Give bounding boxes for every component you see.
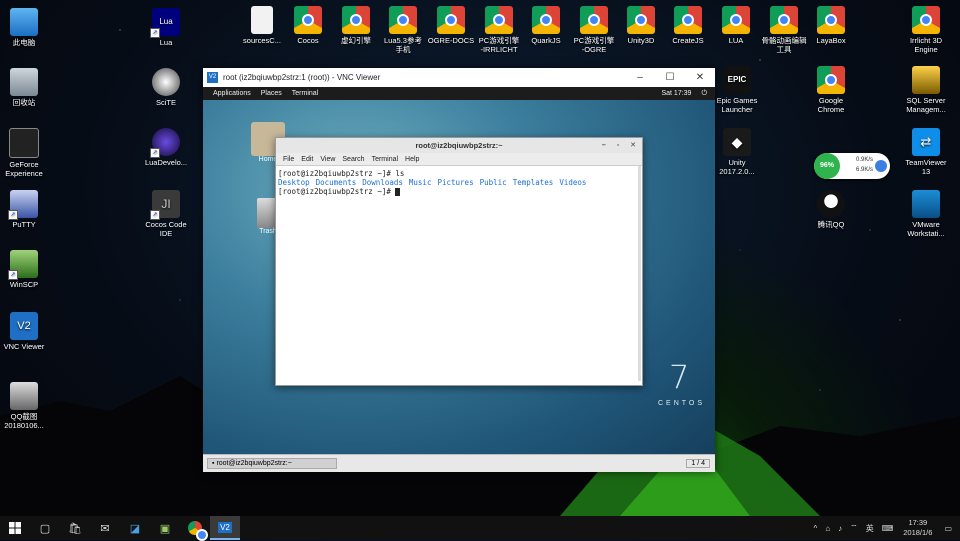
ls-item: Downloads (362, 178, 403, 187)
terminal-small-icon: ▪ (212, 460, 215, 467)
network-percent: 96% (814, 153, 840, 179)
network-speed-widget[interactable]: 96% 0.9K/s 6.9K/s (814, 153, 890, 179)
menu-terminal[interactable]: Terminal (372, 156, 398, 163)
notification-icon[interactable]: ▭ (944, 524, 952, 533)
power-icon[interactable]: ⏻ (701, 90, 707, 98)
putty-icon[interactable]: ↗ PuTTY (0, 190, 57, 230)
ls-item: Music (408, 178, 432, 187)
ls-item: Pictures (437, 178, 474, 187)
menu-help[interactable]: Help (405, 156, 419, 163)
close-button[interactable]: ✕ (685, 72, 715, 83)
speed-boost-icon (875, 160, 887, 172)
chrome-icon[interactable]: LayaBox (798, 6, 864, 46)
task-view-icon[interactable]: ▢ (30, 516, 60, 540)
ls-item: Documents (315, 178, 357, 187)
start-button[interactable] (0, 516, 30, 540)
network-icon[interactable]: ⌂ (825, 524, 830, 533)
workspace-indicator[interactable]: 1 / 4 (686, 459, 710, 468)
google-chrome-icon[interactable]: Google Chrome (798, 66, 864, 114)
centos-logo-text: CENTOS (658, 400, 706, 407)
menu-view[interactable]: View (320, 156, 335, 163)
geforce-icon[interactable]: GeForce Experience (0, 128, 57, 178)
vnc-viewer-taskbar-icon[interactable]: V2 (210, 516, 240, 540)
qq-penguin-icon[interactable]: 腾讯QQ (798, 190, 864, 230)
applications-menu[interactable]: Applications (213, 90, 251, 97)
terminal-output[interactable]: [root@iz2bqiuwbp2strz ~]# ls Desktop Docu… (276, 166, 642, 196)
menu-file[interactable]: File (283, 156, 294, 163)
upload-speed: 0.9K/s (856, 157, 874, 163)
volume-icon[interactable]: ♪ (838, 524, 842, 533)
terminal-minimize-button[interactable]: – (602, 142, 606, 149)
show-hidden-icons[interactable]: ^ (814, 524, 818, 533)
sql-server-icon[interactable]: SQL Server Managem... (893, 66, 959, 114)
prompt-line-2: [root@iz2bqiuwbp2strz ~]# (278, 187, 642, 196)
clock[interactable]: 17:39 2018/1/6 (903, 518, 932, 538)
ls-item: Public (479, 178, 507, 187)
gnome-top-bar: Applications Places Terminal Sat 17:39 ⏻ (203, 87, 715, 100)
keyboard-icon[interactable]: ⌨ (882, 524, 894, 533)
window-list-item[interactable]: ▪ root@iz2bqiuwbp2strz:~ (207, 458, 337, 469)
cocos-ide-icon[interactable]: JI ↗ Cocos Code IDE (133, 190, 199, 238)
winscp-icon[interactable]: ↗ WinSCP (0, 250, 57, 290)
lua-icon[interactable]: Lua ↗ Lua (133, 8, 199, 48)
terminal-maximize-button[interactable]: ▫ (617, 142, 619, 149)
places-menu[interactable]: Places (261, 90, 282, 97)
menu-edit[interactable]: Edit (301, 156, 313, 163)
app-icon[interactable]: ◪ (120, 516, 150, 540)
windows-taskbar: ▢ 🛍 ✉ ◪ ▣ V2 ^ ⌂ ♪ ⌔ 英 ⌨ 17:39 2018/1/6 … (0, 516, 960, 541)
clock-date: 2018/1/6 (903, 528, 933, 537)
ls-item: Desktop (278, 178, 310, 187)
vmware-icon[interactable]: VMware Workstati... (893, 190, 959, 238)
app-icon[interactable]: ▣ (150, 516, 180, 540)
store-icon[interactable]: 🛍 (60, 516, 90, 540)
vnc-title-bar[interactable]: V2 root (iz2bqiuwbp2strz:1 (root)) - VNC… (203, 68, 715, 87)
terminal-menu[interactable]: Terminal (292, 90, 318, 97)
menu-search[interactable]: Search (342, 156, 364, 163)
terminal-window: root@iz2bqiuwbp2strz:~ – ▫ ✕ File Edit V… (275, 137, 643, 386)
vnc-app-icon: V2 (207, 72, 218, 83)
system-tray: ^ ⌂ ♪ ⌔ 英 ⌨ 17:39 2018/1/6 ▭ (810, 516, 960, 540)
ls-output: Desktop Documents Downloads Music Pictures Pu… (278, 178, 642, 187)
gnome-window-list: ▪ root@iz2bqiuwbp2strz:~ 1 / 4 (203, 454, 715, 472)
ls-item: Videos (559, 178, 587, 187)
teamviewer-icon[interactable]: ⇄ TeamViewer 13 (893, 128, 959, 176)
chrome-taskbar-icon[interactable] (180, 516, 210, 541)
download-speed: 6.9K/s (856, 167, 874, 173)
gnome-clock: Sat 17:39 (661, 90, 692, 97)
terminal-menu-bar: File Edit View Search Terminal Help (276, 153, 642, 166)
terminal-scrollbar[interactable] (638, 166, 641, 381)
chrome-icon[interactable]: Irrlicht 3D Engine (893, 6, 959, 54)
terminal-title-bar[interactable]: root@iz2bqiuwbp2strz:~ – ▫ ✕ (276, 138, 642, 153)
mail-icon[interactable]: ✉ (90, 516, 120, 540)
wifi-icon[interactable]: ⌔ (850, 523, 858, 533)
ls-item: Templates (512, 178, 554, 187)
prompt-line-1: [root@iz2bqiuwbp2strz ~]# ls (278, 169, 405, 178)
windows-logo-icon (9, 522, 21, 534)
clock-time: 17:39 (908, 518, 928, 527)
terminal-close-button[interactable]: ✕ (630, 142, 636, 149)
luadevelo-icon[interactable]: ↗ LuaDevelo... (133, 128, 199, 168)
vnc-window-title: root (iz2bqiuwbp2strz:1 (root)) - VNC Vi… (223, 73, 381, 82)
vnc-viewer-icon[interactable]: V2 VNC Viewer (0, 312, 57, 352)
qq-screenshot-icon[interactable]: QQ截图 20180106... (0, 382, 57, 430)
centos-logo-number: 7 (669, 358, 690, 396)
input-method-indicator[interactable]: 英 (866, 523, 874, 534)
scite-icon[interactable]: SciTE (133, 68, 199, 108)
text-cursor (395, 188, 401, 196)
this-pc-icon[interactable]: 此电脑 (0, 8, 57, 48)
minimize-button[interactable]: – (625, 72, 655, 83)
maximize-button[interactable]: ☐ (655, 72, 685, 83)
recycle-bin-icon[interactable]: 回收站 (0, 68, 57, 108)
